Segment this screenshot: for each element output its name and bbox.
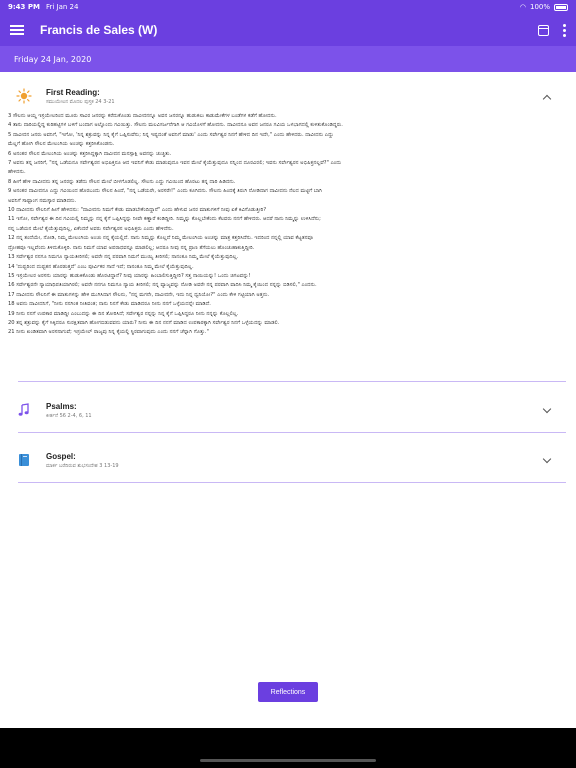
page-title: Francis de Sales (W)	[40, 23, 158, 37]
verse-line: 12 ನನ್ನ ತಂದೆಯೇ, ನೋಡಿ, ನಿಮ್ಮ ಮೇಲಂಗಿಯ ಅಂಚು…	[8, 235, 314, 242]
verse-line: 7 ಅವನು ತನ್ನ ಜನರಿಗೆ, "ನನ್ನ ಒಡೆಯನೂ ಸರ್ವೇಶ್…	[8, 160, 342, 167]
more-vert-icon[interactable]	[563, 23, 566, 37]
music-note-icon	[18, 403, 29, 416]
readings-content: First Reading: ಸಮುಯೇಲನ ಮೊದಲ ಪುಸ್ತಕ 24 3-…	[0, 72, 576, 728]
section-subtitle: ಮಾರ್ಕ ಬರೆದಿರುವ ಶುಭಸಂದೇಶ 3 13-19	[46, 463, 119, 469]
first-reading-text: 3 ಸೌಲನು ಆಯ್ದ ಇಸ್ರಯೇಲರಿಂದ ಮೂರು ಸಾವಿರ ಜನರನ…	[8, 112, 568, 338]
verse-line: 6 ಅನಂತರ ಸೌಲನ ಮೇಲಂಗಿಯ ಅಂಚನ್ನು ಕತ್ತರಿಸಿದ್ದ…	[8, 150, 172, 157]
bottom-bar	[0, 728, 576, 768]
status-right: ◠ 100%	[520, 3, 568, 11]
chevron-down-icon[interactable]	[542, 454, 552, 464]
verse-line: 11 ಇಗೋ, ಸರ್ವೇಶ್ವರ ಈ ದಿನ ಗವಿಯಲ್ಲಿ ನಿಮ್ಮನ್…	[8, 216, 321, 223]
verse-line: 8 ಹೀಗೆ ಹೇಳಿ ದಾವೀದನು ತನ್ನ ಜನರನ್ನು ತಡೆದು ಸ…	[8, 178, 236, 185]
verse-line: 10 ದಾವೀದನು ಸೌಲನಿಗೆ ಹೀಗೆ ಹೇಳಿದನು: "ದಾವೀದನ…	[8, 207, 267, 214]
app-bar: Francis de Sales (W)	[0, 14, 576, 46]
book-icon	[19, 454, 29, 466]
status-date: Fri Jan 24	[45, 3, 79, 11]
calendar-icon[interactable]	[538, 24, 549, 36]
section-title: Psalms:	[46, 402, 77, 411]
appbar-actions	[538, 23, 566, 37]
verse-line: ಹೇಳಿದನು.	[8, 169, 26, 176]
section-psalms-text: Psalms: ಕೀರ್ತನೆ 56 2-4, 6, 11	[46, 402, 92, 419]
verse-line: 5 ದಾವೀದನ ಜನರು ಅವನಿಗೆ, "ಇಗೋ, 'ನಿನ್ನ ಶತ್ರು…	[8, 131, 334, 138]
section-gospel[interactable]: Gospel: ಮಾರ್ಕ ಬರೆದಿರುವ ಶುಭಸಂದೇಶ 3 13-19	[16, 452, 560, 469]
verse-line: ಮೆಲ್ಲಗೆ ಹೋಗಿ ಸೌಲನ ಮೇಲಂಗಿಯ ಅಂಚನ್ನು ಕತ್ತರಿ…	[8, 141, 115, 148]
divider	[18, 482, 566, 483]
date-label: Friday 24 Jan, 2020	[14, 54, 92, 64]
sun-icon	[16, 88, 32, 104]
wifi-icon: ◠	[519, 3, 526, 11]
verse-line: 15 ಇಸ್ರಯೇಲರ ಅರಸನು ಯಾರನ್ನು ಹುಡುಕಿಕೊಂಡು ಹೊ…	[8, 272, 251, 279]
divider	[18, 381, 566, 382]
verse-line: 18 ಅವನು ದಾವೀದನಿಗೆ, "ನೀನು ನನಗಿಂತ ನೀತಿವಂತ;…	[8, 301, 211, 308]
divider	[18, 432, 566, 433]
verse-line: ದ್ರೋಹವೂ ಇಲ್ಲವೆಂದು ತಿಳಿದುಕೊಳ್ಳಿರಿ. ನಾನು ನ…	[8, 244, 255, 251]
section-subtitle: ಕೀರ್ತನೆ 56 2-4, 6, 11	[46, 413, 92, 419]
verse-line: ಅವನಿಗೆ ಸಾಷ್ಟಾಂಗ ನಮಸ್ಕಾರ ಮಾಡಿದನು.	[8, 197, 77, 204]
battery-icon	[554, 3, 568, 11]
verse-line: 21 ನೀನು ಖಂಡಿತವಾಗಿ ಅರಸನಾಗುವೆ; ಇಸ್ರಯೇಲ್ ರಾ…	[8, 329, 209, 336]
home-indicator[interactable]	[200, 759, 376, 762]
battery-percent: 100%	[529, 3, 550, 11]
section-gospel-text: Gospel: ಮಾರ್ಕ ಬರೆದಿರುವ ಶುಭಸಂದೇಶ 3 13-19	[46, 452, 119, 469]
section-psalms[interactable]: Psalms: ಕೀರ್ತನೆ 56 2-4, 6, 11	[16, 402, 560, 419]
section-title: First Reading:	[46, 88, 100, 97]
verse-line: 17 ದಾವೀದನು ಸೌಲನಿಗೆ ಈ ಮಾತುಗಳನ್ನು ಹೇಳಿ ಮುಗ…	[8, 291, 270, 298]
chevron-down-icon[interactable]	[542, 404, 552, 414]
verse-line: 20 ತನ್ನ ಶತ್ರುವನ್ನು ಕೈಗೆ ಸಿಕ್ಕಿದರೂ ಸುರಕ್ಷ…	[8, 319, 280, 326]
verse-line: ನನ್ನ ಒಡೆಯನ ಮೇಲೆ ಕೈಯೆತ್ತುವುದಿಲ್ಲ, ಏಕೆಂದರೆ…	[8, 225, 174, 232]
status-time: 9:43 PM	[8, 3, 40, 11]
section-first-reading-text: First Reading: ಸಮುಯೇಲನ ಮೊದಲ ಪುಸ್ತಕ 24 3-…	[46, 88, 115, 105]
verse-line: 4 ತಾನು ದಾರಿಯಲ್ಲಿದ್ದ ಕುರಿಹಟ್ಟಿಗಳ ಬಳಿಗೆ ಬಂ…	[8, 122, 343, 129]
section-title: Gospel:	[46, 452, 76, 461]
section-first-reading[interactable]: First Reading: ಸಮುಯೇಲನ ಮೊದಲ ಪುಸ್ತಕ 24 3-…	[16, 88, 560, 105]
chevron-up-icon[interactable]	[542, 94, 552, 104]
verse-line: 9 ಅನಂತರ ದಾವೀದನೂ ಎದ್ದು ಗವಿಯಿಂದ ಹೊರಬಂದು ಸೌ…	[8, 188, 323, 195]
status-bar: 9:43 PM Fri Jan 24 ◠ 100%	[0, 0, 576, 14]
verse-line: 13 ಸರ್ವೇಶ್ವರ ನನಗೂ ನಿಮಗೂ ನ್ಯಾಯತೀರಿಸಲಿ; ಅವ…	[8, 254, 239, 261]
reflections-button[interactable]: Reflections	[258, 682, 318, 702]
date-bar: Friday 24 Jan, 2020	[0, 46, 576, 72]
verse-line: 14 'ದುಷ್ಟರಿಂದ ದುಷ್ಟತನ ಹೊರಡುತ್ತದೆ' ಎಂಬ ಪೂ…	[8, 263, 194, 270]
verse-line: 3 ಸೌಲನು ಆಯ್ದ ಇಸ್ರಯೇಲರಿಂದ ಮೂರು ಸಾವಿರ ಜನರನ…	[8, 113, 277, 119]
section-subtitle: ಸಮುಯೇಲನ ಮೊದಲ ಪುಸ್ತಕ 24 3-21	[46, 99, 115, 105]
verse-line: 19 ನೀನು ನನಗೆ ಉಪಕಾರ ಮಾಡಿದ್ದೀ ಎಂಬುದನ್ನು ಈ …	[8, 310, 239, 317]
menu-icon[interactable]	[10, 25, 24, 35]
verse-line: 16 ಸರ್ವೇಶ್ವರನೇ ನ್ಯಾಯಾಧಿಪತಿಯಾಗಿರಲಿ; ಅವರೇ …	[8, 282, 317, 289]
